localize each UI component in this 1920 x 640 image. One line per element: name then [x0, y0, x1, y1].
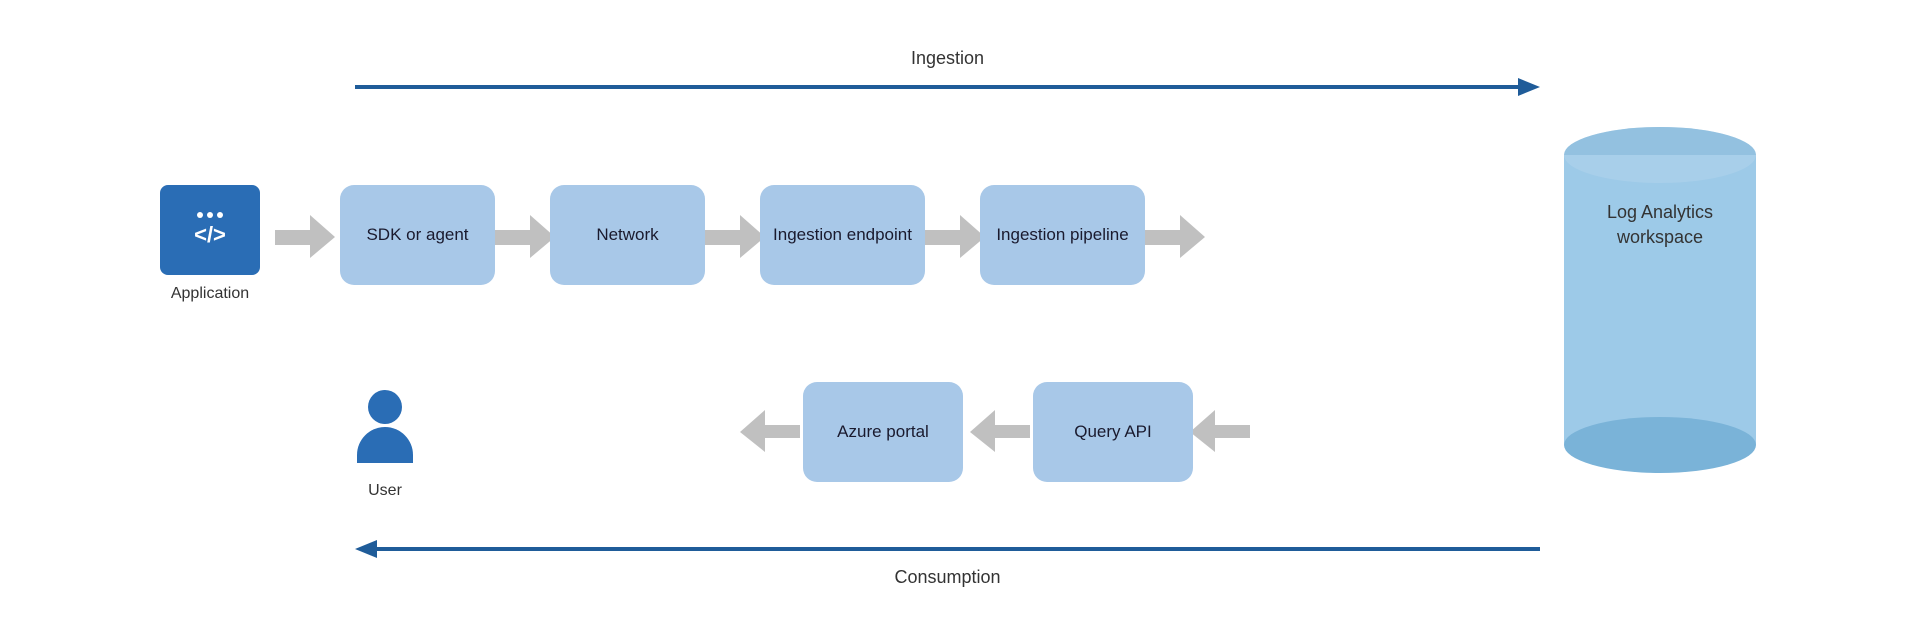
- database-cylinder-svg: [1560, 115, 1760, 505]
- ingestion-endpoint-box: Ingestion endpoint: [760, 185, 925, 285]
- consumption-arrow: [355, 540, 1540, 558]
- arrow-app-to-sdk: [275, 215, 335, 258]
- db-label: Log Analytics workspace: [1575, 200, 1745, 250]
- consumption-arrow-head: [355, 540, 377, 558]
- ingestion-arrow: [355, 78, 1540, 96]
- diagram-container: Ingestion </> Application: [0, 0, 1920, 640]
- main-area: Ingestion </> Application: [160, 30, 1760, 610]
- arrows-svg: [160, 30, 1760, 610]
- arrow-db-to-queryapi: [1190, 410, 1250, 452]
- user-label: User: [345, 482, 425, 500]
- consumption-label: Consumption: [355, 567, 1540, 588]
- arrow-network-to-endpoint: [705, 215, 765, 258]
- azure-portal-box: Azure portal: [803, 382, 963, 482]
- application-label: Application: [160, 285, 260, 303]
- query-api-box: Query API: [1033, 382, 1193, 482]
- dot3: [217, 212, 223, 218]
- user-body: [357, 427, 413, 463]
- ingestion-label: Ingestion: [355, 48, 1540, 69]
- application-icon-box: </>: [160, 185, 260, 275]
- cylinder-bottom: [1564, 417, 1756, 473]
- ingestion-arrow-head: [1518, 78, 1540, 96]
- user-head: [368, 390, 402, 424]
- dot2: [207, 212, 213, 218]
- arrow-endpoint-to-pipeline: [925, 215, 985, 258]
- arrow-sdk-to-network: [495, 215, 555, 258]
- arrow-queryapi-to-portal: [970, 410, 1030, 452]
- ingestion-pipeline-box: Ingestion pipeline: [980, 185, 1145, 285]
- consumption-arrow-line: [377, 547, 1540, 551]
- arrow-pipeline-to-db: [1145, 215, 1205, 258]
- arrow-portal-to-user: [740, 410, 800, 452]
- user-icon: [345, 390, 425, 463]
- network-box: Network: [550, 185, 705, 285]
- cylinder-body: [1564, 155, 1756, 445]
- sdk-agent-box: SDK or agent: [340, 185, 495, 285]
- cylinder-top-highlight: [1564, 127, 1756, 183]
- app-icon-code: </>: [194, 222, 226, 248]
- dot1: [197, 212, 203, 218]
- app-icon-dots: [197, 212, 223, 218]
- ingestion-arrow-line: [355, 85, 1520, 89]
